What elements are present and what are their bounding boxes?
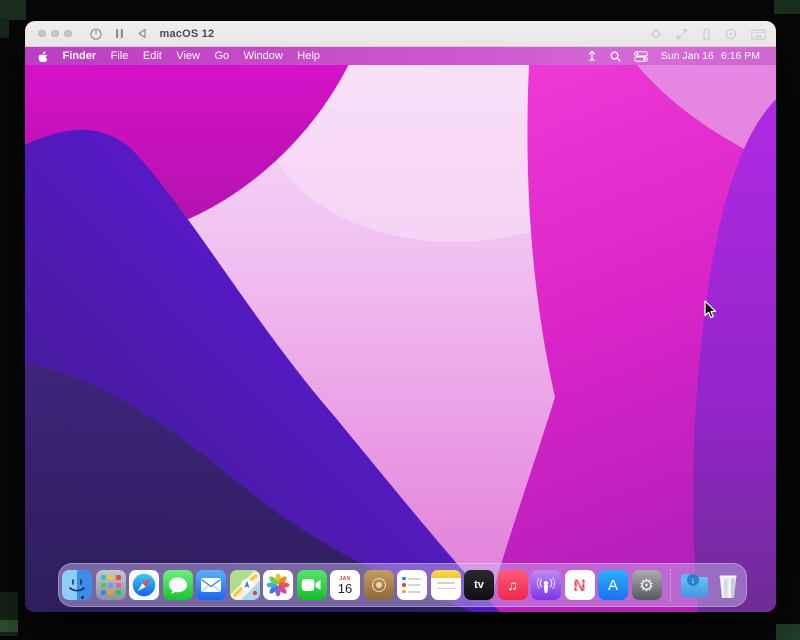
calendar-day: 16 [337, 581, 353, 596]
desktop-corner-patch [774, 0, 800, 14]
window-titlebar[interactable]: macOS 12 [25, 21, 776, 47]
spotlight-search-icon[interactable] [610, 51, 621, 62]
dock-icon-news[interactable]: N [564, 570, 595, 600]
dock-icon-system-preferences[interactable]: ⚙ [631, 570, 662, 600]
vm-display[interactable]: Finder File Edit View Go Window Help Sun… [25, 47, 776, 612]
contacts-emblem [371, 578, 386, 592]
keyboard-icon[interactable] [751, 29, 766, 40]
menu-item-file[interactable]: File [111, 47, 129, 65]
usb-icon[interactable] [702, 27, 711, 41]
menu-item-edit[interactable]: Edit [143, 47, 162, 65]
clock-time: 6:16 PM [720, 50, 760, 62]
dock-icon-reminders[interactable] [397, 570, 427, 600]
dock-icon-notes[interactable] [430, 570, 461, 600]
dock-icon-trash[interactable] [713, 570, 743, 600]
pause-icon[interactable] [115, 28, 124, 39]
close-button[interactable] [38, 29, 46, 38]
dock-icon-photos[interactable] [263, 570, 293, 600]
menu-item-window[interactable]: Window [244, 47, 283, 65]
download-arrow-icon: ↓ [687, 574, 699, 586]
mouse-cursor [703, 300, 717, 325]
dock-icon-messages[interactable] [162, 570, 193, 600]
dock-icon-music[interactable]: ♫ [497, 570, 528, 600]
running-indicator [81, 595, 84, 599]
fit-screen-icon[interactable] [650, 28, 662, 40]
control-center-icon[interactable] [633, 50, 648, 62]
tv-label: tv [474, 579, 484, 591]
monterey-wallpaper [25, 47, 776, 612]
dock-icon-launchpad[interactable] [95, 570, 126, 600]
window-title: macOS 12 [159, 27, 215, 40]
desktop-corner-patch [0, 0, 26, 20]
menu-item-help[interactable]: Help [297, 47, 320, 65]
news-n-label: N [573, 575, 586, 595]
music-note-icon: ♫ [507, 577, 518, 593]
dock-icon-calendar[interactable]: JAN 16 [330, 570, 360, 600]
dock-icon-tv[interactable]: tv [464, 570, 494, 600]
clock-date: Sun Jan 16 [660, 50, 714, 62]
menu-bar: Finder File Edit View Go Window Help Sun… [25, 47, 776, 65]
dock-icon-downloads[interactable]: ↓ [680, 570, 710, 600]
menu-item-view[interactable]: View [176, 47, 200, 65]
dock-icon-facetime[interactable] [296, 570, 327, 600]
power-icon[interactable] [89, 27, 102, 40]
menu-item-go[interactable]: Go [214, 47, 229, 65]
dock-icon-contacts[interactable] [363, 570, 394, 600]
desktop-corner-patch [0, 18, 9, 38]
menu-bar-clock[interactable]: Sun Jan 16 6:16 PM [661, 50, 760, 62]
dock-icon-appstore[interactable]: A [598, 570, 628, 600]
dock-icon-podcasts[interactable] [531, 570, 561, 600]
disc-icon[interactable] [725, 28, 737, 40]
dock-icon-finder[interactable] [62, 570, 92, 600]
menu-item-finder[interactable]: Finder [63, 47, 97, 65]
dock-icon-mail[interactable] [196, 570, 226, 600]
status-arrow-icon[interactable] [587, 50, 597, 62]
apple-menu[interactable] [37, 50, 48, 63]
dock-icon-safari[interactable] [129, 570, 159, 600]
desktop-corner-patch [0, 620, 18, 632]
dock-separator [670, 569, 671, 601]
back-icon[interactable] [137, 28, 147, 39]
minimize-button[interactable] [51, 29, 59, 38]
appstore-a-label: A [607, 576, 618, 594]
desktop-corner-patch [776, 624, 800, 640]
traffic-lights [25, 29, 72, 38]
fullscreen-icon[interactable] [676, 28, 688, 40]
vm-window: macOS 12 Finder File Edit View Go Window… [25, 21, 776, 612]
dock-icon-maps[interactable] [229, 570, 260, 600]
trash-basket-icon [719, 575, 737, 598]
gear-icon: ⚙ [638, 575, 655, 595]
dock: JAN 16 tv ♫ N A ⚙ ↓ [58, 563, 747, 607]
zoom-button[interactable] [64, 29, 72, 38]
